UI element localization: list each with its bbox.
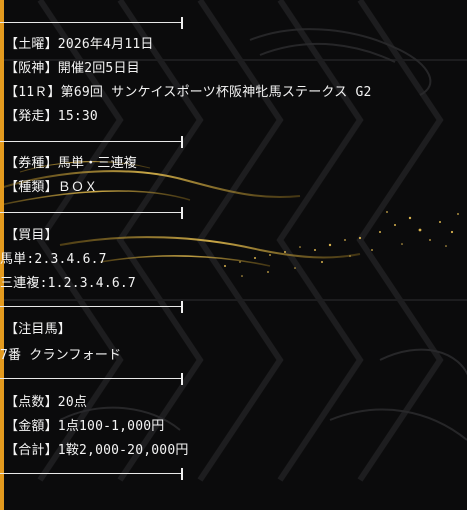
section-divider: [0, 301, 183, 313]
notable-horse: 7番 クランフォード: [0, 348, 122, 363]
bet-points: 【点数】20点: [5, 395, 88, 410]
race-start-time: 【発走】15:30: [5, 109, 98, 124]
umatan-selection: 馬単:2.3.4.6.7: [0, 252, 107, 267]
notable-horse-heading: 【注目馬】: [5, 322, 72, 337]
section-divider: [0, 207, 183, 219]
purchase-heading: 【買目】: [5, 228, 58, 243]
section-divider: [0, 373, 183, 385]
section-divider: [0, 17, 183, 29]
bet-types: 【券種】馬単・三連複: [5, 156, 138, 171]
section-divider: [0, 468, 183, 480]
race-name: 【11Ｒ】第69回 サンケイスポーツ杯阪神牝馬ステークス G2: [5, 85, 372, 100]
bet-amount: 【金額】1点100-1,000円: [5, 419, 165, 434]
race-venue: 【阪神】開催2回5日目: [5, 61, 140, 76]
race-date: 【土曜】2026年4月11日: [5, 37, 154, 52]
section-divider: [0, 136, 183, 148]
bet-total: 【合計】1鞍2,000-20,000円: [5, 443, 189, 458]
betting-info-panel: 【土曜】2026年4月11日 【阪神】開催2回5日目 【11Ｒ】第69回 サンケ…: [0, 0, 467, 510]
bet-kind: 【種類】ＢＯＸ: [5, 180, 98, 195]
sanrenpuku-selection: 三連複:1.2.3.4.6.7: [0, 276, 136, 291]
